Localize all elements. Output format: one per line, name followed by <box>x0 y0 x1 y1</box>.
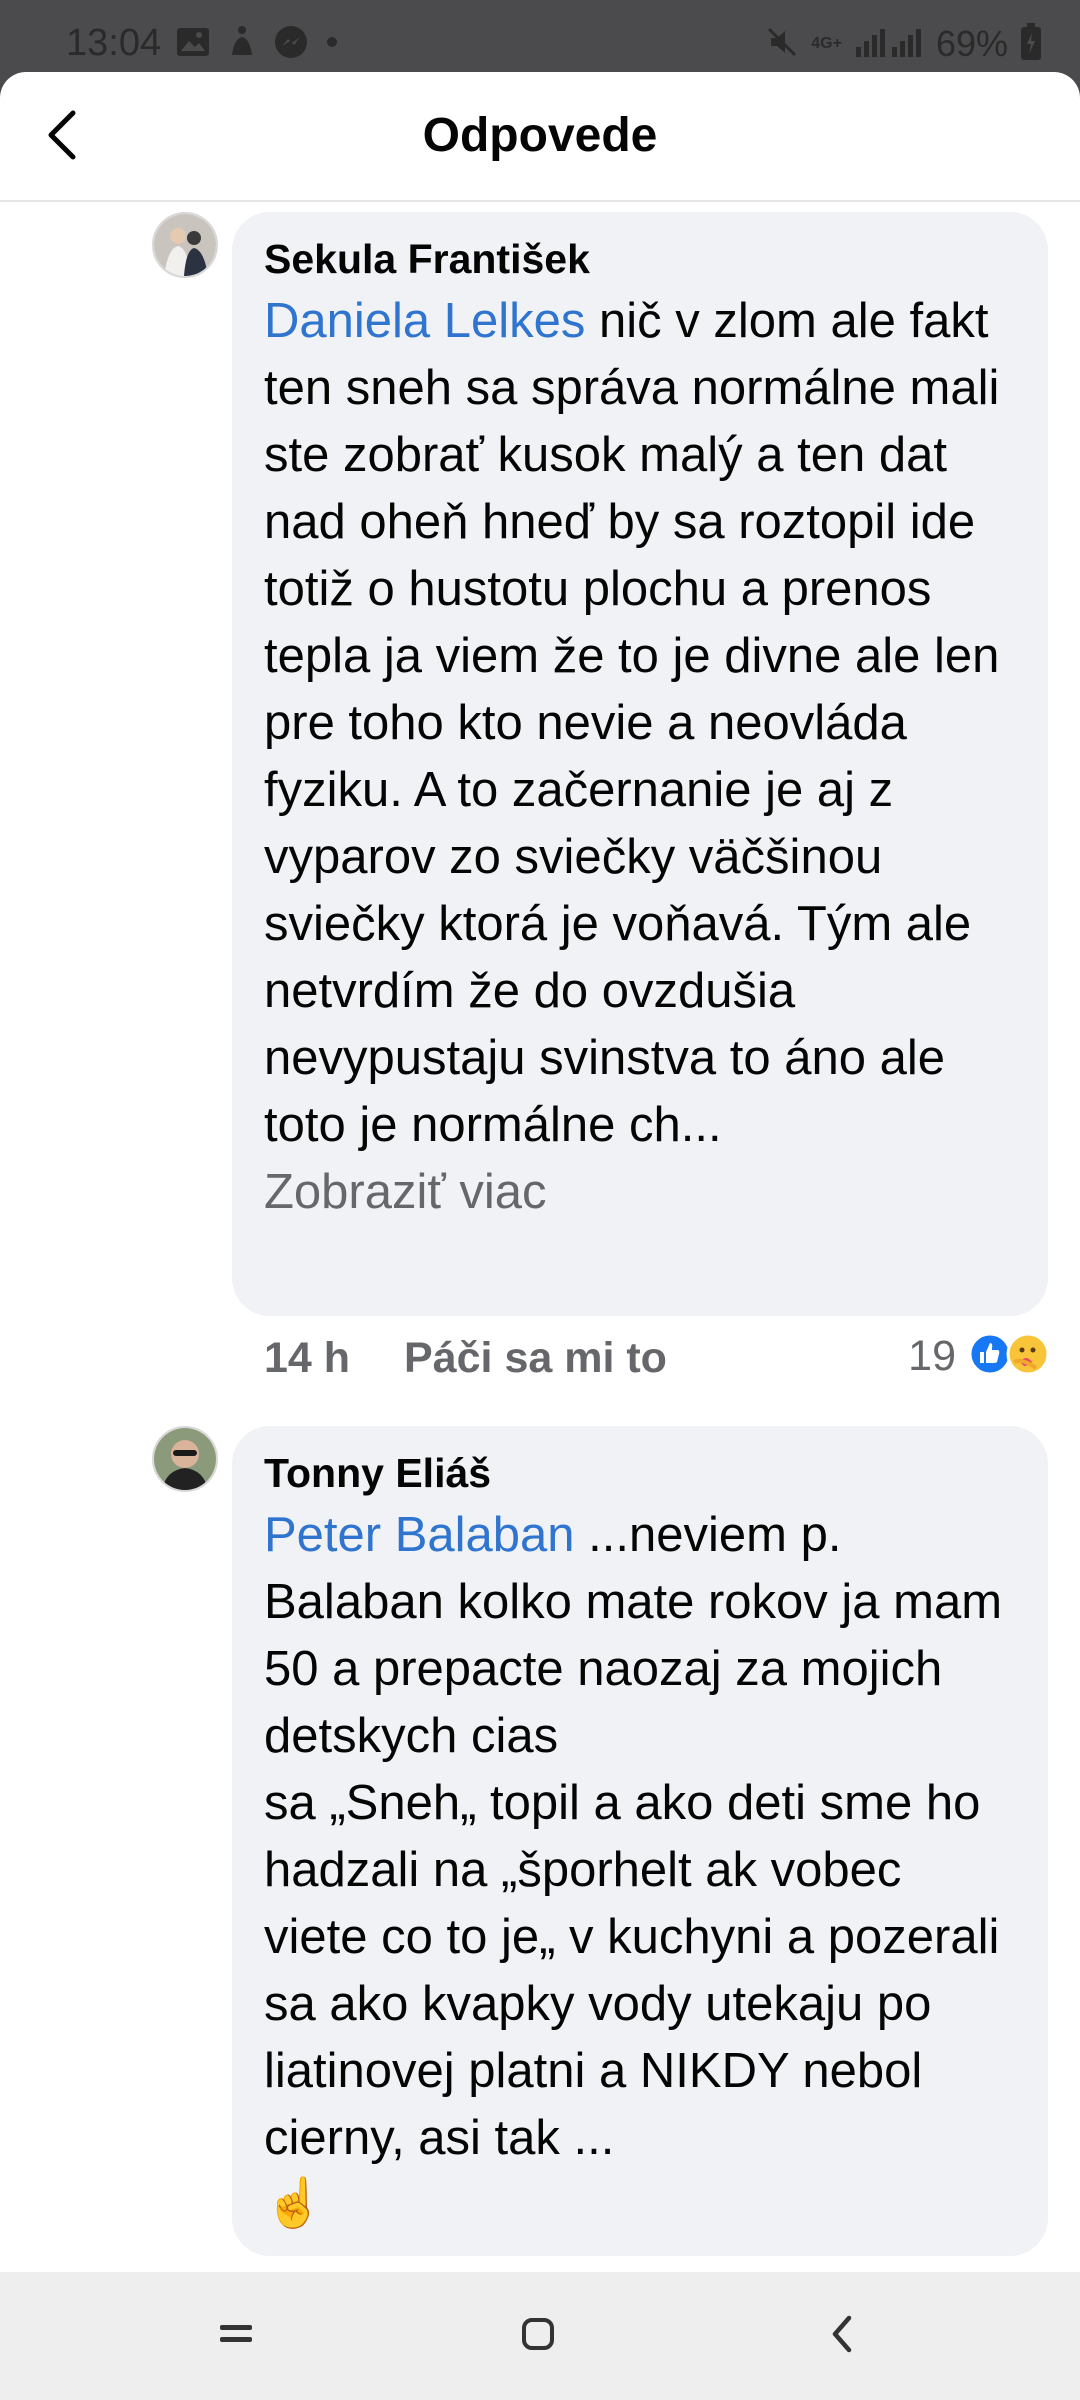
see-more-link[interactable]: Zobraziť viac <box>264 1159 1016 1226</box>
signal-icon <box>854 25 924 64</box>
system-back-button[interactable] <box>812 2306 872 2366</box>
mention-link[interactable]: Peter Balaban <box>264 1508 575 1562</box>
home-button[interactable] <box>508 2306 568 2366</box>
image-icon <box>176 27 210 62</box>
comment-text: Peter Balaban ...neviem p. Balaban kolko… <box>264 1502 1016 2172</box>
comment-author[interactable]: Tonny Eliáš <box>264 1444 1016 1502</box>
status-time: 13:04 <box>66 22 162 64</box>
reaction-count: 19 <box>908 1332 956 1380</box>
comment-bubble[interactable]: Sekula František Daniela Lelkes nič v zl… <box>232 212 1048 1316</box>
navigation-bar <box>0 2272 1080 2400</box>
back-icon <box>827 2314 857 2359</box>
comment-text: Daniela Lelkes nič v zlom ale fakt ten s… <box>264 288 1016 1159</box>
battery-icon <box>1020 22 1042 66</box>
comment-meta: 14 h Páči sa mi to <box>264 1334 667 1383</box>
notification-icons <box>176 24 338 64</box>
reactions[interactable]: 19 <box>908 1332 1050 1381</box>
comment-body: ...neviem p. Balaban kolko mate rokov ja… <box>264 1508 1003 2165</box>
dot-icon <box>326 35 338 53</box>
recent-apps-button[interactable] <box>206 2306 266 2366</box>
network-type: 4G+ <box>811 35 842 52</box>
pointing-up-emoji: ☝️ <box>264 2177 324 2230</box>
comment-bubble[interactable]: Tonny Eliáš Peter Balaban ...neviem p. B… <box>232 1426 1048 2256</box>
comment-author[interactable]: Sekula František <box>264 230 1016 288</box>
home-icon <box>520 2316 556 2357</box>
like-button[interactable]: Páči sa mi to <box>404 1334 667 1383</box>
comment-time: 14 h <box>264 1334 351 1382</box>
care-reaction-icon <box>1006 1332 1050 1381</box>
recent-apps-icon <box>216 2319 256 2354</box>
avatar[interactable] <box>152 212 218 278</box>
replies-sheet: Odpovede Sekula František Daniela Lelkes… <box>0 72 1080 2272</box>
comment-body: nič v zlom ale fakt ten sneh sa správa n… <box>264 294 1000 1152</box>
mention-link[interactable]: Daniela Lelkes <box>264 294 585 348</box>
avatar[interactable] <box>152 1426 218 1492</box>
messenger-icon <box>274 25 308 64</box>
mute-icon <box>765 25 799 64</box>
page-title: Odpovede <box>422 109 658 162</box>
header: Odpovede <box>0 72 1080 202</box>
battery-percent: 69% <box>935 23 1008 64</box>
accessibility-icon <box>228 25 256 64</box>
system-icons: 4G+ 69% <box>765 20 1042 68</box>
